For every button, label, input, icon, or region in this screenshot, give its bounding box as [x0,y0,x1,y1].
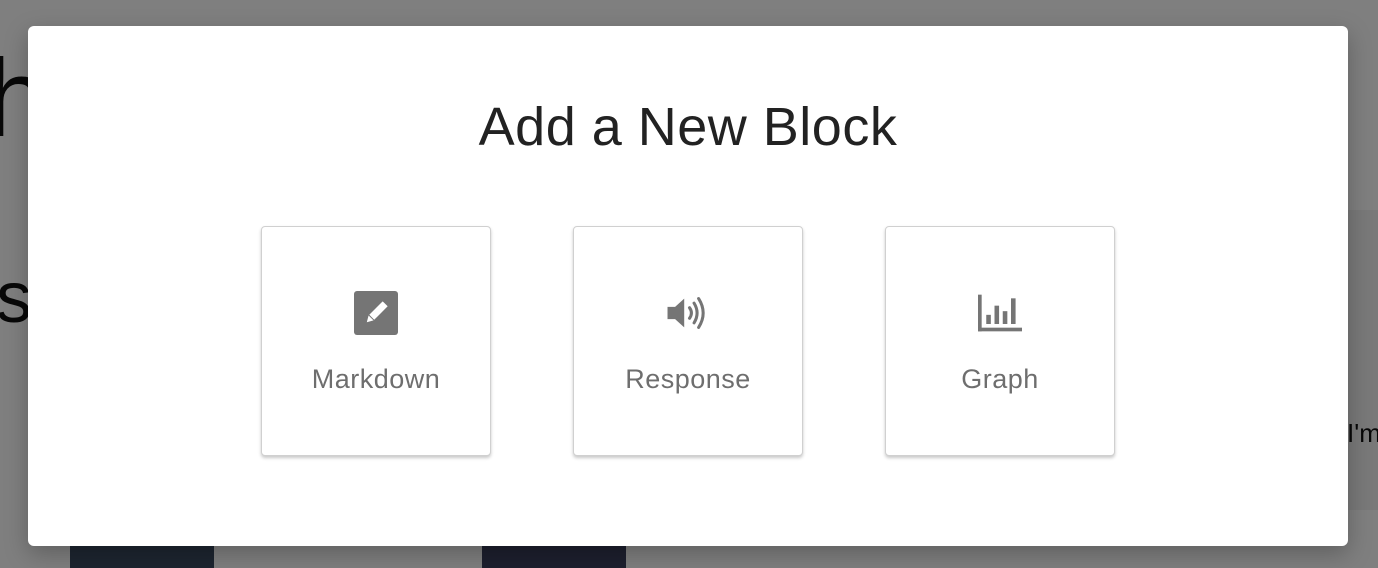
markdown-option-label: Markdown [311,364,441,394]
graph-block-option[interactable]: Graph [885,226,1115,456]
modal-title: Add a New Block [478,97,898,157]
graph-option-label: Graph [961,364,1039,394]
block-options: Markdown Response Graph [261,226,1117,458]
speaker-volume-icon [666,291,710,335]
pencil-edit-icon [354,291,398,335]
bar-chart-icon [978,291,1022,335]
page: h s I'm Add a New Block [0,0,1378,568]
add-block-modal: Add a New Block Markdown Response Graph [28,26,1348,546]
response-block-option[interactable]: Response [573,226,803,456]
markdown-block-option[interactable]: Markdown [261,226,491,456]
response-option-label: Response [625,364,751,394]
